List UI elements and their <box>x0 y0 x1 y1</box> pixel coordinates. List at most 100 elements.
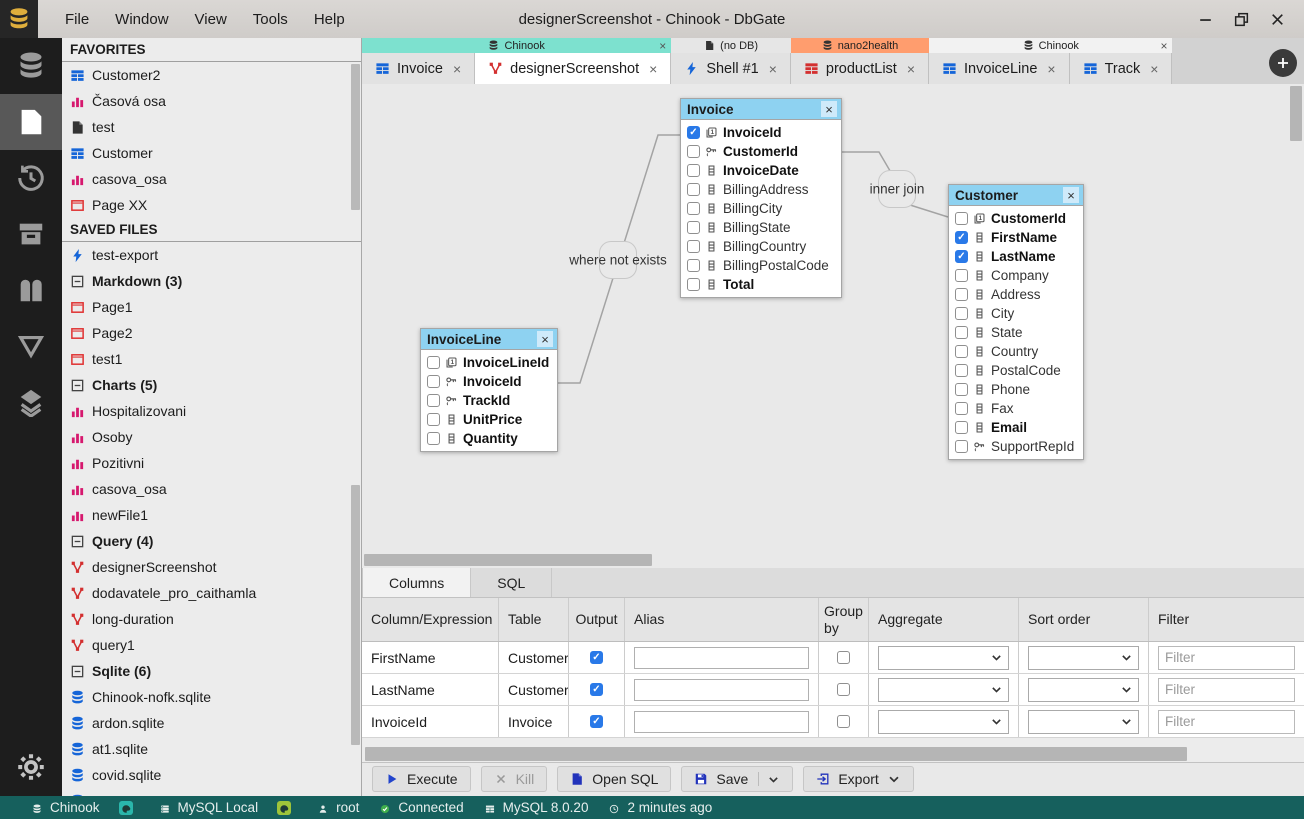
toolbar-button[interactable]: Export <box>803 766 913 792</box>
grid-column-header[interactable]: Aggregate <box>869 598 1019 641</box>
file-list-item[interactable]: Charts (5) <box>62 372 361 398</box>
file-list-item[interactable]: Page XX <box>62 192 361 218</box>
menu-item[interactable]: File <box>52 0 102 38</box>
query-designer-canvas[interactable]: inner join where not exists Invoice × 1 … <box>362 84 1304 568</box>
column-output-checkbox[interactable] <box>687 164 700 177</box>
status-item[interactable] <box>277 801 297 815</box>
minimize-button[interactable] <box>1192 6 1218 32</box>
file-list-item[interactable]: Markdown (3) <box>62 268 361 294</box>
document-tab[interactable]: Track × <box>1070 53 1173 84</box>
filter-input[interactable] <box>1158 710 1295 734</box>
file-list-item[interactable]: Customer2 <box>62 62 361 88</box>
file-list-item[interactable]: Sqlite (6) <box>62 658 361 684</box>
cell-table[interactable]: Customer <box>499 674 569 705</box>
favorites-header[interactable]: FAVORITES <box>62 38 361 62</box>
sort-order-select[interactable] <box>1028 678 1139 702</box>
column-output-checkbox[interactable] <box>955 440 968 453</box>
designer-column-row[interactable]: Company <box>949 266 1083 285</box>
close-icon[interactable]: × <box>907 61 915 77</box>
status-item[interactable]: Connected <box>378 800 463 815</box>
designer-column-row[interactable]: PostalCode <box>949 361 1083 380</box>
designer-table[interactable]: InvoiceLine × 1 InvoiceLineId InvoiceId … <box>420 328 558 452</box>
designer-column-row[interactable]: InvoiceId <box>421 372 557 391</box>
file-list-item[interactable]: dodavatele_pro_caithamla <box>62 580 361 606</box>
grid-column-header[interactable]: Alias <box>625 598 819 641</box>
status-item[interactable]: Chinook <box>30 800 100 815</box>
designer-column-row[interactable]: Address <box>949 285 1083 304</box>
output-checkbox[interactable] <box>590 683 603 696</box>
designer-column-row[interactable]: Phone <box>949 380 1083 399</box>
column-output-checkbox[interactable] <box>427 356 440 369</box>
menu-item[interactable]: Tools <box>240 0 301 38</box>
cell-column-expression[interactable]: LastName <box>362 674 499 705</box>
file-list-item[interactable]: casova_osa <box>62 476 361 502</box>
designer-column-row[interactable]: 1 InvoiceLineId <box>421 353 557 372</box>
column-output-checkbox[interactable] <box>955 212 968 225</box>
status-item[interactable]: root <box>316 800 359 815</box>
designer-column-row[interactable]: Email <box>949 418 1083 437</box>
join-node[interactable]: inner join <box>878 170 916 208</box>
column-output-checkbox[interactable] <box>955 231 968 244</box>
panel-tab[interactable]: Columns <box>362 568 471 597</box>
file-list-item[interactable]: fond.sqlite <box>62 788 361 796</box>
column-output-checkbox[interactable] <box>427 413 440 426</box>
settings-gear-icon[interactable] <box>0 738 62 796</box>
saved-files-header[interactable]: SAVED FILES <box>62 218 361 242</box>
canvas-hscrollbar[interactable] <box>364 554 1288 566</box>
group-by-checkbox[interactable] <box>837 651 850 664</box>
designer-column-row[interactable]: BillingState <box>681 218 841 237</box>
file-list-item[interactable]: Customer <box>62 140 361 166</box>
document-tab[interactable]: InvoiceLine × <box>929 53 1070 84</box>
close-icon[interactable]: × <box>821 101 837 117</box>
file-list-item[interactable]: query1 <box>62 632 361 658</box>
document-tab[interactable]: Invoice × <box>362 53 475 84</box>
designer-column-row[interactable]: LastName <box>949 247 1083 266</box>
menu-item[interactable]: Help <box>301 0 358 38</box>
designer-column-row[interactable]: State <box>949 323 1083 342</box>
group-by-checkbox[interactable] <box>837 683 850 696</box>
tab-group-header[interactable]: Chinook × <box>929 38 1172 53</box>
close-icon[interactable]: × <box>649 61 657 77</box>
grid-column-header[interactable]: Table <box>499 598 569 641</box>
close-icon[interactable]: × <box>1063 187 1079 203</box>
column-output-checkbox[interactable] <box>687 183 700 196</box>
file-list-item[interactable]: Časová osa <box>62 88 361 114</box>
close-icon[interactable]: × <box>537 331 553 347</box>
status-item[interactable]: MySQL 8.0.20 <box>483 800 589 815</box>
alias-input[interactable] <box>634 679 809 701</box>
cell-column-expression[interactable]: InvoiceId <box>362 706 499 737</box>
grid-column-header[interactable]: Column/Expression <box>362 598 499 641</box>
sort-order-select[interactable] <box>1028 646 1139 670</box>
designer-column-row[interactable]: Fax <box>949 399 1083 418</box>
cell-table[interactable]: Customer <box>499 642 569 673</box>
toolbar-button[interactable]: Save <box>681 766 793 792</box>
sidebar-nav-icon[interactable] <box>0 94 62 150</box>
designer-column-row[interactable]: BillingPostalCode <box>681 256 841 275</box>
sidebar-nav-icon[interactable] <box>0 262 62 318</box>
favorites-scrollbar[interactable] <box>351 64 360 210</box>
designer-column-row[interactable]: UnitPrice <box>421 410 557 429</box>
grid-column-header[interactable]: Group by <box>819 598 869 641</box>
sidebar-nav-icon[interactable] <box>0 38 62 94</box>
column-output-checkbox[interactable] <box>955 269 968 282</box>
column-output-checkbox[interactable] <box>427 375 440 388</box>
designer-column-row[interactable]: Total <box>681 275 841 294</box>
close-icon[interactable]: × <box>769 61 777 77</box>
designer-column-row[interactable]: BillingCity <box>681 199 841 218</box>
file-list-item[interactable]: Page1 <box>62 294 361 320</box>
designer-column-row[interactable]: City <box>949 304 1083 323</box>
column-output-checkbox[interactable] <box>955 402 968 415</box>
document-tab[interactable]: designerScreenshot × <box>475 53 671 84</box>
file-list-item[interactable]: Osoby <box>62 424 361 450</box>
column-output-checkbox[interactable] <box>687 221 700 234</box>
column-output-checkbox[interactable] <box>687 259 700 272</box>
status-item[interactable]: 2 minutes ago <box>607 800 712 815</box>
file-list-item[interactable]: Query (4) <box>62 528 361 554</box>
column-output-checkbox[interactable] <box>955 345 968 358</box>
join-node[interactable]: where not exists <box>599 241 637 279</box>
close-icon[interactable]: × <box>1150 61 1158 77</box>
designer-column-row[interactable]: TrackId <box>421 391 557 410</box>
designer-column-row[interactable]: SupportRepId <box>949 437 1083 456</box>
column-output-checkbox[interactable] <box>427 432 440 445</box>
chevron-down-icon[interactable] <box>758 772 780 786</box>
